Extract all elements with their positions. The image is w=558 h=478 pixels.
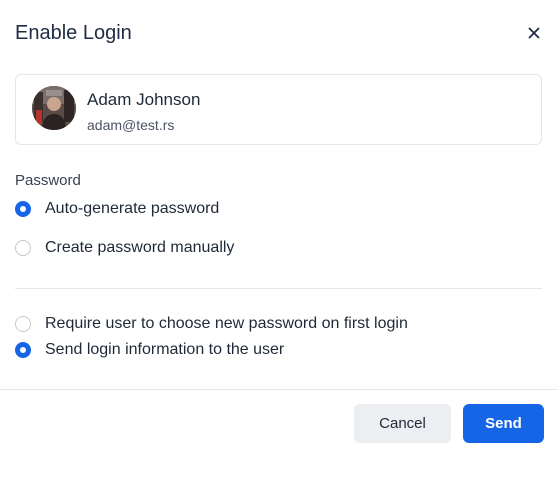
footer-divider — [0, 389, 558, 390]
radio-auto-generate-password[interactable]: Auto-generate password — [15, 198, 219, 220]
radio-create-password-manually[interactable]: Create password manually — [15, 237, 234, 259]
radio-label: Auto-generate password — [45, 200, 220, 217]
radio-label: Create password manually — [45, 239, 235, 256]
avatar — [32, 86, 76, 130]
radio-button-unchecked[interactable] — [15, 240, 31, 256]
password-section-label: Password — [15, 172, 81, 189]
radio-button-unchecked[interactable] — [15, 316, 31, 332]
user-name: Adam Johnson — [87, 90, 201, 109]
radio-button-checked[interactable] — [15, 201, 31, 217]
cancel-button[interactable]: Cancel — [354, 404, 451, 443]
dialog-title: Enable Login — [15, 22, 132, 44]
close-icon — [522, 21, 546, 45]
radio-send-login-information[interactable]: Send login information to the user — [15, 339, 284, 361]
radio-label: Send login information to the user — [45, 341, 285, 358]
radio-button-checked[interactable] — [15, 342, 31, 358]
user-email: adam@test.rs — [87, 117, 175, 133]
enable-login-dialog: Enable Login Adam Johnson adam@test.rs P… — [0, 0, 558, 478]
close-button[interactable] — [522, 21, 546, 45]
user-card: Adam Johnson adam@test.rs — [15, 74, 542, 145]
dialog-header: Enable Login — [15, 19, 546, 47]
send-button[interactable]: Send — [463, 404, 544, 443]
radio-label: Require user to choose new password on f… — [45, 315, 408, 332]
section-divider — [15, 288, 542, 289]
radio-require-new-password[interactable]: Require user to choose new password on f… — [15, 313, 408, 335]
